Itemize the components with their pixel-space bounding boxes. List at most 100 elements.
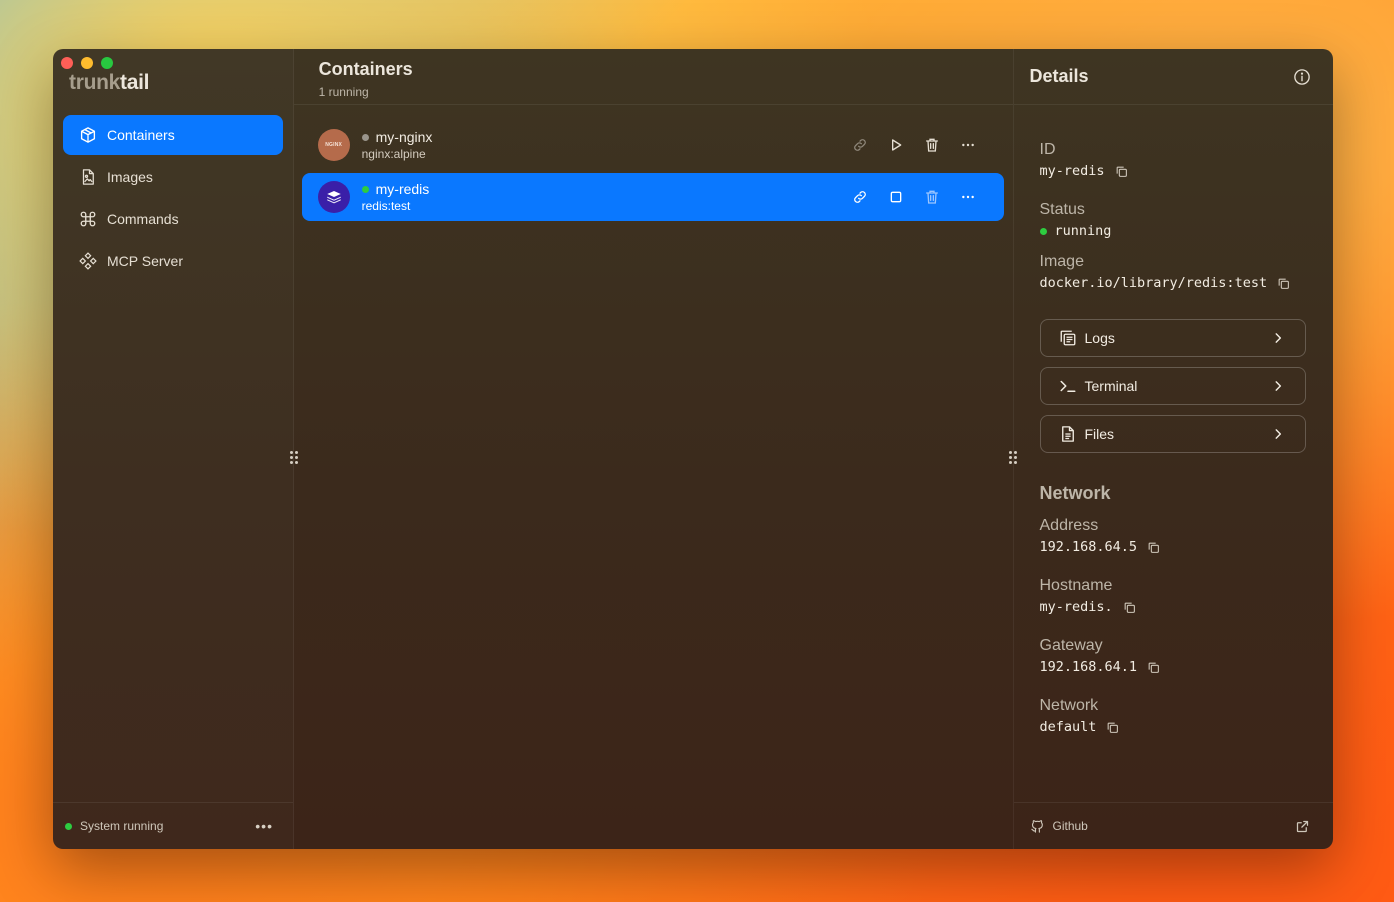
redis-logo-icon — [326, 191, 341, 204]
status-value: running — [1039, 223, 1112, 239]
copy-icon[interactable] — [1147, 661, 1160, 674]
sidebar-item-label: Images — [107, 169, 153, 185]
system-status-text: System running — [80, 819, 164, 833]
chevron-right-icon — [1275, 429, 1281, 439]
sidebar-item-label: Commands — [107, 211, 179, 227]
copy-icon[interactable] — [1106, 721, 1119, 734]
chevron-right-icon — [1275, 333, 1281, 343]
page-title: Containers — [318, 59, 413, 79]
app-logo-part2: tail — [120, 71, 150, 94]
container-actions — [842, 173, 986, 221]
logs-button[interactable]: Logs — [1039, 319, 1306, 357]
trash-icon — [925, 190, 938, 204]
address-value-text: 192.168.64.5 — [1039, 539, 1138, 555]
ellipsis-icon — [961, 195, 974, 199]
window-controls — [61, 57, 113, 69]
image-value: docker.io/library/redis:test — [1040, 275, 1291, 291]
network-label: Network — [1039, 697, 1099, 714]
image-label: Image — [1039, 253, 1084, 270]
github-link[interactable]: Github — [1013, 802, 1333, 849]
link-icon — [853, 191, 866, 203]
container-image: redis:test — [361, 199, 411, 213]
gateway-value: 192.168.64.1 — [1040, 659, 1161, 675]
file-icon — [1061, 426, 1074, 442]
stop-button[interactable] — [878, 183, 914, 211]
status-dot-icon — [1039, 227, 1047, 235]
sidebar-item-containers[interactable]: Containers — [63, 115, 283, 155]
container-actions — [842, 121, 986, 169]
status-value-text: running — [1054, 223, 1112, 239]
sidebar-item-mcp-server[interactable]: MCP Server — [63, 241, 283, 281]
sidebar-item-images[interactable]: Images — [63, 157, 283, 197]
container-image: nginx:alpine — [361, 147, 426, 161]
logs-icon — [1060, 330, 1075, 346]
more-button[interactable] — [950, 131, 986, 159]
app-logo-part1: trunk — [69, 71, 121, 94]
app-window: trunktail Containers Images Commands MCP… — [53, 49, 1333, 849]
link-button[interactable] — [842, 183, 878, 211]
box-icon — [80, 127, 96, 143]
more-options-icon[interactable]: ••• — [255, 818, 273, 834]
copy-icon[interactable] — [1277, 277, 1290, 290]
stop-icon — [890, 191, 901, 203]
status-label: Status — [1039, 201, 1085, 218]
containers-header: Containers 1 running — [293, 49, 1013, 105]
address-label: Address — [1039, 517, 1099, 534]
sidebar-item-commands[interactable]: Commands — [63, 199, 283, 239]
copy-icon[interactable] — [1115, 165, 1128, 178]
minimize-window-button[interactable] — [81, 57, 93, 69]
containers-panel: Containers 1 running NGINX my-nginx ngin… — [293, 49, 1014, 849]
running-count: 1 running — [318, 85, 369, 99]
container-row-my-redis[interactable]: my-redis redis:test — [301, 173, 1004, 221]
network-section-title: Network — [1039, 483, 1111, 503]
copy-icon[interactable] — [1147, 541, 1160, 554]
network-value: default — [1040, 719, 1120, 735]
redis-avatar — [317, 181, 350, 213]
more-button[interactable] — [950, 183, 986, 211]
sidebar: trunktail Containers Images Commands MCP… — [53, 49, 294, 849]
image-field: Image docker.io/library/redis:test — [1040, 253, 1291, 291]
id-field: ID my-redis — [1040, 141, 1128, 179]
delete-button[interactable] — [914, 131, 950, 159]
sidebar-item-label: MCP Server — [107, 253, 183, 269]
nginx-avatar: NGINX — [317, 129, 350, 161]
container-list: NGINX my-nginx nginx:alpine my-redis red… — [301, 121, 1004, 225]
gateway-label: Gateway — [1039, 637, 1103, 654]
app-logo: trunktail — [69, 71, 149, 95]
id-value: my-redis — [1040, 163, 1128, 179]
external-link-icon[interactable] — [1295, 819, 1310, 834]
details-title: Details — [1029, 66, 1089, 86]
gateway-field: Gateway 192.168.64.1 — [1040, 637, 1161, 675]
hostname-value: my-redis. — [1040, 599, 1136, 615]
image-value-text: docker.io/library/redis:test — [1039, 275, 1268, 291]
system-status-bar: System running ••• — [53, 802, 293, 849]
terminal-button[interactable]: Terminal — [1039, 367, 1306, 405]
status-dot-icon — [361, 133, 369, 141]
zoom-window-button[interactable] — [101, 57, 113, 69]
container-info: my-redis redis:test — [361, 181, 429, 213]
container-name-text: my-nginx — [375, 129, 433, 145]
command-icon — [80, 211, 96, 227]
terminal-button-label: Terminal — [1084, 378, 1138, 394]
link-icon — [853, 139, 866, 151]
github-link-label: Github — [1052, 819, 1088, 833]
container-row-my-nginx[interactable]: NGINX my-nginx nginx:alpine — [302, 121, 1004, 169]
copy-icon[interactable] — [1123, 601, 1136, 614]
network-field: Network default — [1040, 697, 1120, 735]
network-value-text: default — [1039, 719, 1097, 735]
status-field: Status running — [1039, 201, 1112, 239]
files-button[interactable]: Files — [1039, 415, 1306, 453]
sidebar-item-label: Containers — [107, 127, 175, 143]
hostname-label: Hostname — [1039, 577, 1113, 594]
sidebar-nav: Containers Images Commands MCP Server — [63, 115, 283, 283]
info-icon[interactable] — [1293, 68, 1311, 86]
terminal-icon — [1060, 380, 1075, 392]
start-button[interactable] — [878, 131, 914, 159]
trash-icon — [925, 138, 938, 152]
ellipsis-icon — [961, 143, 974, 147]
link-button[interactable] — [842, 131, 878, 159]
container-info: my-nginx nginx:alpine — [361, 129, 433, 161]
container-name: my-nginx — [361, 129, 433, 145]
close-window-button[interactable] — [61, 57, 73, 69]
delete-button[interactable] — [914, 183, 950, 211]
